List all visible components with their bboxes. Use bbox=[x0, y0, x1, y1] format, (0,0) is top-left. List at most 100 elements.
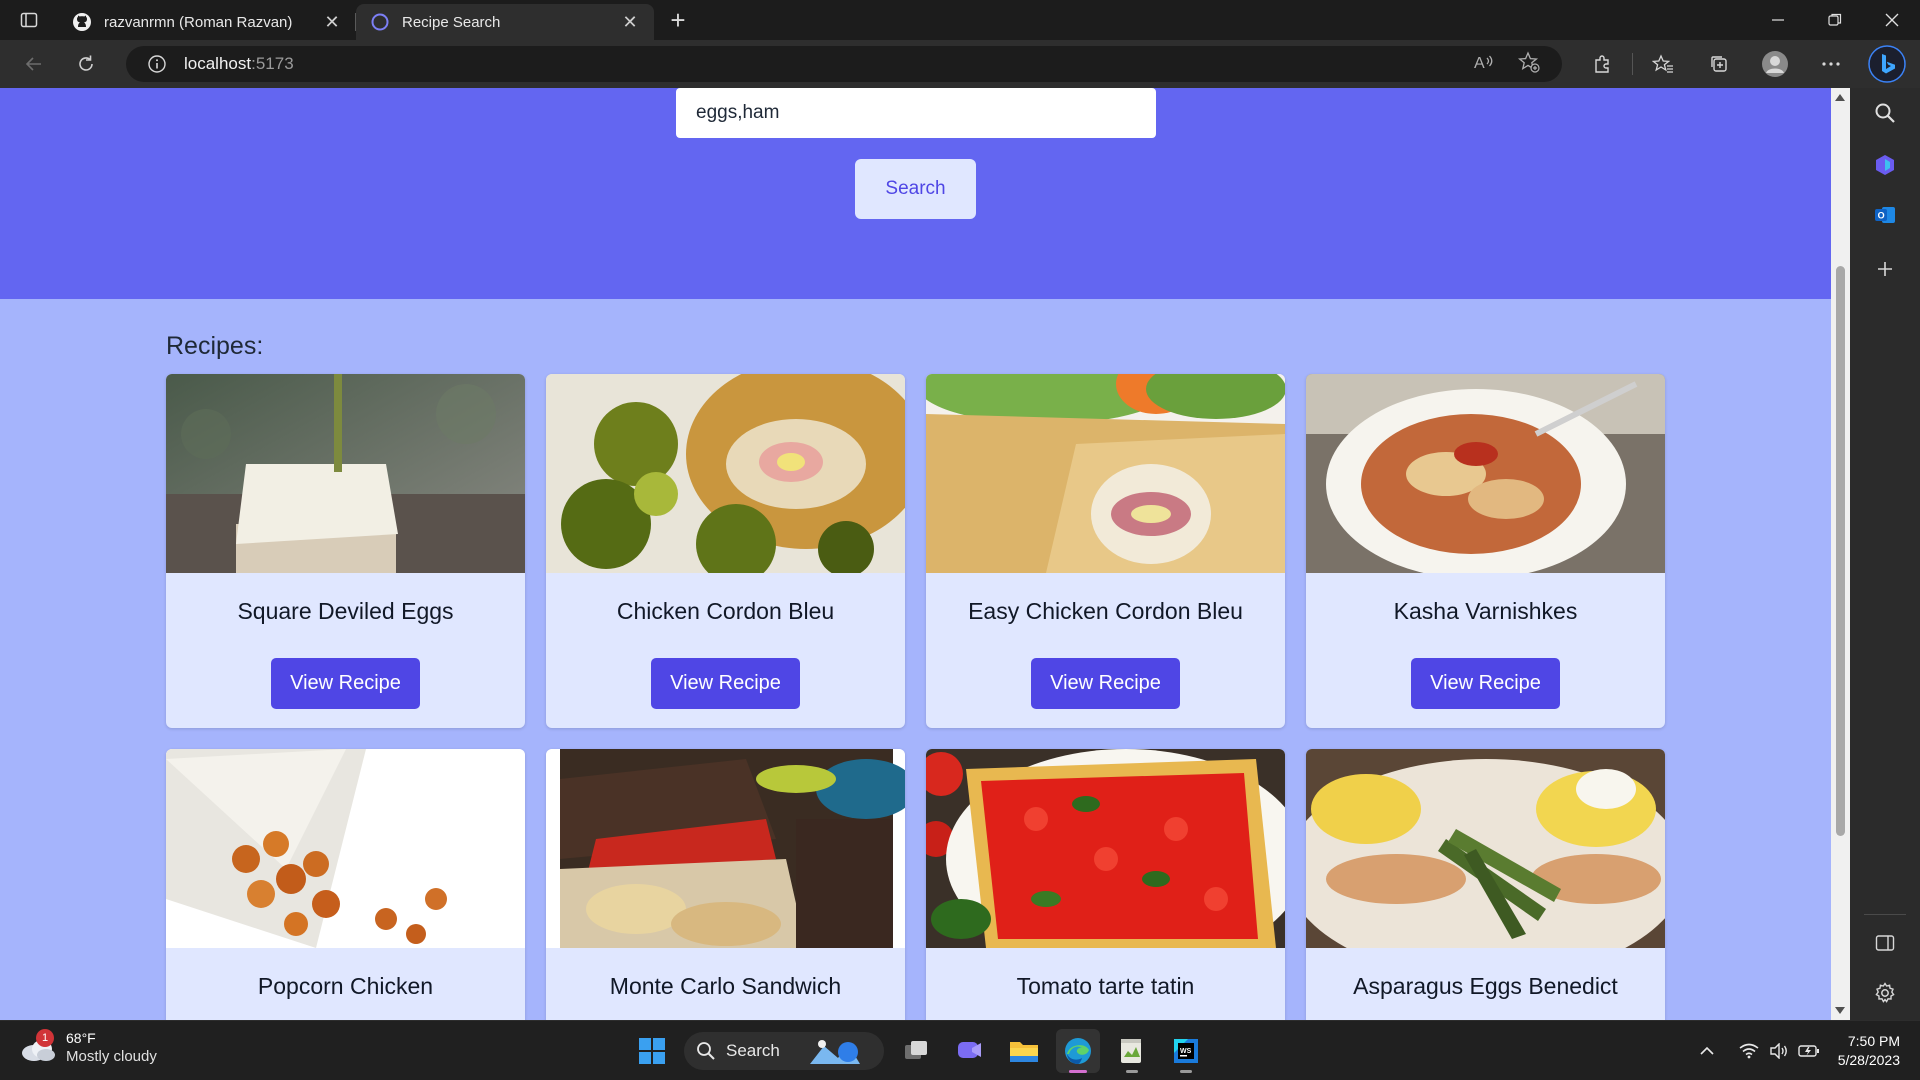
windows-start-icon[interactable] bbox=[630, 1029, 674, 1073]
window-controls bbox=[1749, 0, 1920, 40]
recipe-image[interactable] bbox=[1306, 374, 1665, 573]
battery-icon[interactable] bbox=[1794, 1036, 1824, 1066]
notification-badge: 1 bbox=[36, 1029, 54, 1047]
clock-date: 5/28/2023 bbox=[1837, 1052, 1900, 1068]
svg-text:O: O bbox=[1878, 211, 1885, 221]
svg-text:A: A bbox=[1474, 55, 1485, 72]
new-tab-icon[interactable]: + bbox=[658, 0, 698, 40]
recipe-name: Monte Carlo Sandwich bbox=[609, 973, 842, 999]
recipe-image[interactable] bbox=[926, 374, 1285, 573]
search-input[interactable]: eggs,ham bbox=[676, 88, 1156, 138]
recipe-card: Asparagus Eggs Benedict View Recipe bbox=[1306, 749, 1665, 1020]
search-icon bbox=[697, 1042, 715, 1060]
recipe-name: Easy Chicken Cordon Bleu bbox=[968, 598, 1243, 624]
favorites-icon[interactable] bbox=[1635, 40, 1691, 88]
profile-avatar[interactable] bbox=[1747, 40, 1803, 88]
scroll-thumb[interactable] bbox=[1836, 266, 1845, 836]
running-indicator bbox=[1126, 1070, 1138, 1073]
view-recipe-button[interactable]: View Recipe bbox=[651, 658, 800, 709]
view-recipe-button[interactable]: View Recipe bbox=[1031, 658, 1180, 709]
toolbar-icons bbox=[1574, 40, 1915, 88]
weather-temperature: 68°F bbox=[66, 1030, 96, 1046]
recipe-image[interactable] bbox=[166, 374, 525, 573]
recipe-image[interactable] bbox=[1306, 749, 1665, 948]
system-clock[interactable]: 7:50 PM 5/28/2023 bbox=[1838, 1032, 1900, 1070]
hide-sidebar-icon[interactable] bbox=[1872, 930, 1898, 956]
bing-copilot-icon[interactable] bbox=[1859, 40, 1915, 88]
collections-icon[interactable] bbox=[1691, 40, 1747, 88]
copilot-icon[interactable] bbox=[1872, 152, 1898, 178]
recipe-card: Tomato tarte tatin View Recipe bbox=[926, 749, 1285, 1020]
minimize-icon[interactable] bbox=[1749, 0, 1806, 40]
recipe-name: Popcorn Chicken bbox=[257, 973, 434, 999]
recipe-name: Square Deviled Eggs bbox=[237, 598, 454, 624]
recipe-card: Monte Carlo Sandwich View Recipe bbox=[546, 749, 905, 1020]
recipe-card: Square Deviled Eggs View Recipe bbox=[166, 374, 525, 728]
tab-github[interactable]: razvanrmn (Roman Razvan) ✕ bbox=[58, 4, 356, 40]
back-icon[interactable] bbox=[8, 40, 60, 88]
file-explorer-icon[interactable] bbox=[1002, 1029, 1046, 1073]
recipe-image[interactable] bbox=[166, 749, 525, 948]
taskbar-search[interactable]: Search bbox=[684, 1032, 884, 1070]
tab-recipe-search[interactable]: Recipe Search ✕ bbox=[356, 4, 654, 40]
github-icon bbox=[72, 12, 92, 32]
recipes-heading: Recipes: bbox=[166, 332, 264, 360]
sidebar-divider bbox=[1864, 914, 1906, 915]
weather-widget[interactable]: 1 68°F Mostly cloudy bbox=[20, 1029, 157, 1067]
address-field[interactable]: localhost:5173 A bbox=[126, 46, 1562, 82]
recipe-card: Easy Chicken Cordon Bleu View Recipe bbox=[926, 374, 1285, 728]
tab-title: Recipe Search bbox=[402, 13, 501, 31]
recipe-card: Kasha Varnishkes View Recipe bbox=[1306, 374, 1665, 728]
view-recipe-button[interactable]: View Recipe bbox=[1411, 658, 1560, 709]
extensions-icon[interactable] bbox=[1574, 40, 1630, 88]
url-port: :5173 bbox=[251, 54, 294, 73]
svg-text:WS: WS bbox=[1180, 1048, 1192, 1055]
outlook-icon[interactable]: O bbox=[1872, 202, 1898, 228]
view-recipe-button[interactable]: View Recipe bbox=[271, 658, 420, 709]
settings-gear-icon[interactable] bbox=[1872, 980, 1898, 1006]
taskbar: 1 68°F Mostly cloudy Search WS 7:50 PM 5… bbox=[0, 1020, 1920, 1080]
more-options-icon[interactable] bbox=[1803, 40, 1859, 88]
refresh-icon[interactable] bbox=[60, 40, 112, 88]
close-icon[interactable]: ✕ bbox=[322, 12, 342, 32]
scroll-down-icon[interactable] bbox=[1835, 1007, 1845, 1014]
read-aloud-icon[interactable]: A bbox=[1474, 52, 1496, 77]
recipe-name: Asparagus Eggs Benedict bbox=[1353, 973, 1618, 999]
taskbar-search-label: Search bbox=[726, 1041, 780, 1060]
active-indicator bbox=[1069, 1070, 1087, 1073]
add-favorite-icon[interactable] bbox=[1517, 50, 1540, 78]
recipe-name: Kasha Varnishkes bbox=[1393, 598, 1578, 624]
chevron-up-icon[interactable] bbox=[1692, 1036, 1722, 1066]
recipe-card: Popcorn Chicken View Recipe bbox=[166, 749, 525, 1020]
search-button[interactable]: Search bbox=[855, 159, 976, 219]
recipe-name: Tomato tarte tatin bbox=[1016, 973, 1195, 999]
webstorm-icon[interactable]: WS bbox=[1164, 1029, 1208, 1073]
url-host: localhost bbox=[184, 54, 252, 73]
close-icon[interactable]: ✕ bbox=[620, 12, 640, 32]
recipe-image[interactable] bbox=[546, 374, 905, 573]
volume-icon[interactable] bbox=[1764, 1036, 1794, 1066]
address-bar-row: localhost:5173 A bbox=[0, 40, 1920, 88]
loading-icon bbox=[370, 12, 390, 32]
add-icon[interactable] bbox=[1872, 256, 1898, 282]
clock-time: 7:50 PM bbox=[1847, 1033, 1900, 1049]
task-view-icon[interactable] bbox=[894, 1029, 938, 1073]
notepad-app-icon[interactable] bbox=[1110, 1029, 1154, 1073]
teams-chat-icon[interactable] bbox=[948, 1029, 992, 1073]
tab-title: razvanrmn (Roman Razvan) bbox=[104, 13, 293, 31]
running-indicator bbox=[1180, 1070, 1192, 1073]
recipe-image[interactable] bbox=[546, 749, 905, 948]
recipe-image[interactable] bbox=[926, 749, 1285, 948]
close-window-icon[interactable] bbox=[1863, 0, 1920, 40]
edge-browser-icon[interactable] bbox=[1056, 1029, 1100, 1073]
wifi-icon[interactable] bbox=[1734, 1036, 1764, 1066]
info-icon[interactable] bbox=[146, 53, 168, 75]
scroll-up-icon[interactable] bbox=[1835, 94, 1845, 101]
taskbar-apps: Search WS bbox=[630, 1026, 1208, 1076]
restore-icon[interactable] bbox=[1806, 0, 1863, 40]
page-scrollbar[interactable] bbox=[1831, 88, 1850, 1020]
tab-bar: razvanrmn (Roman Razvan) ✕ Recipe Search… bbox=[0, 0, 1920, 40]
search-icon[interactable] bbox=[1872, 100, 1898, 126]
system-tray: 7:50 PM 5/28/2023 bbox=[1692, 1021, 1920, 1080]
tab-actions-icon[interactable] bbox=[0, 0, 58, 40]
